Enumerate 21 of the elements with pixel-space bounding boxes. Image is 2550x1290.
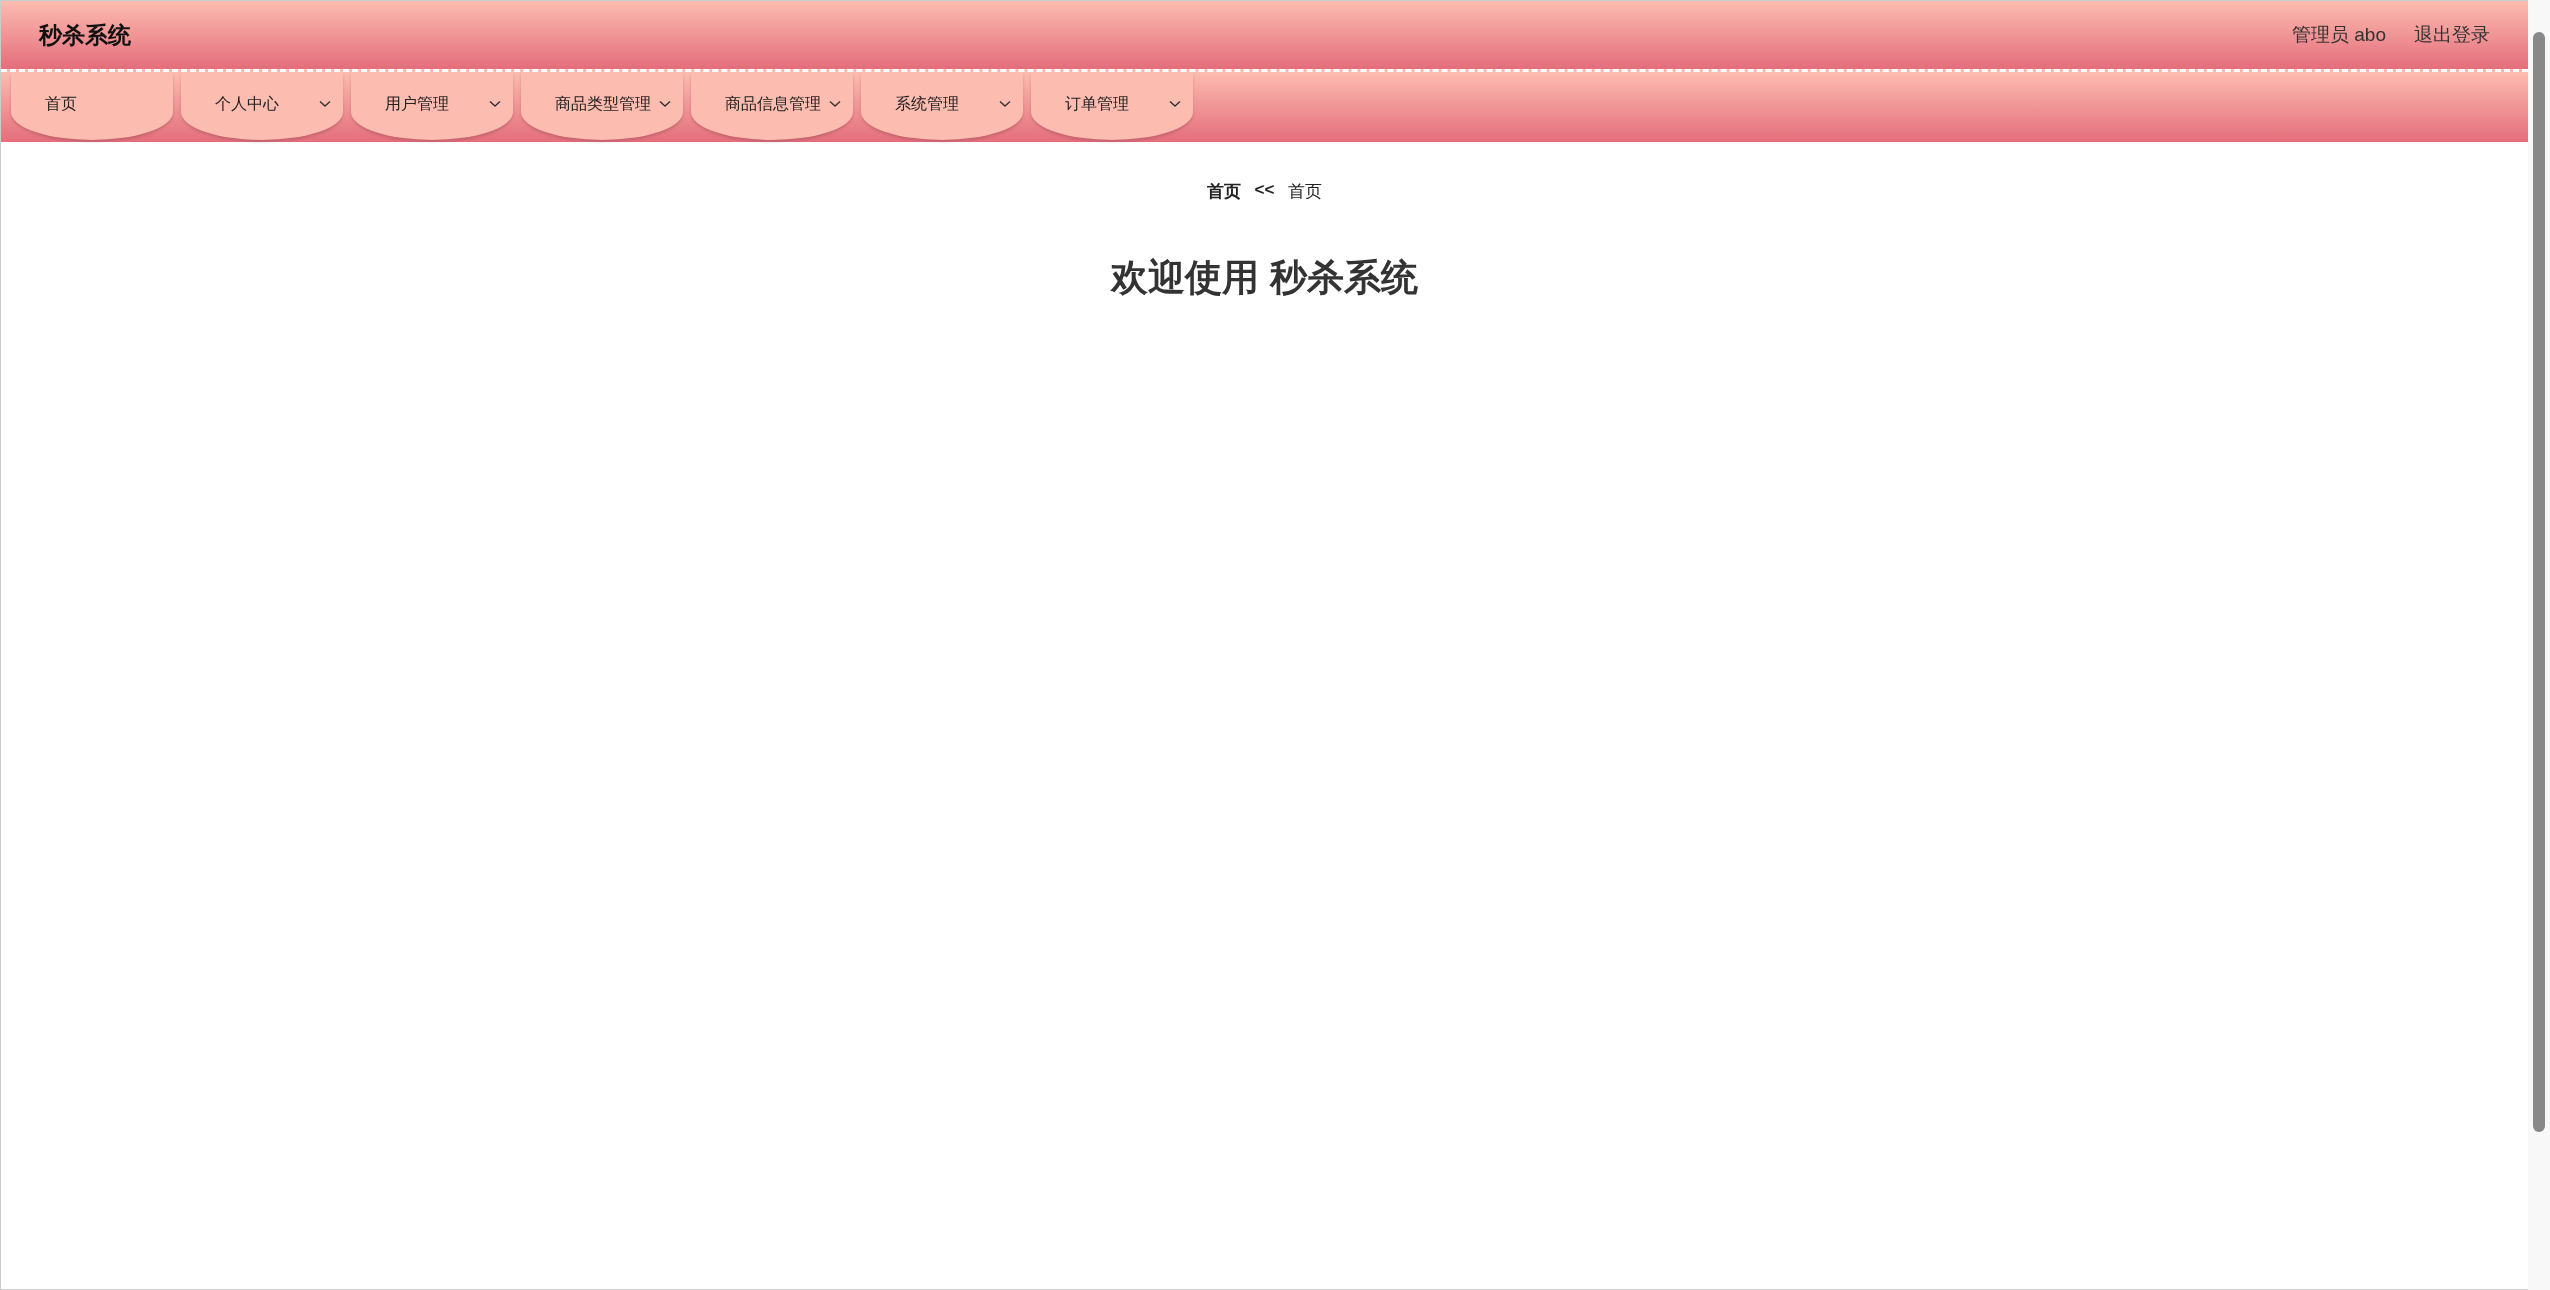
nav-tab[interactable]: 商品信息管理 [691, 72, 853, 140]
welcome-heading: 欢迎使用 秒杀系统 [1109, 256, 1419, 300]
nav-tab[interactable]: 用户管理 [351, 72, 513, 140]
chevron-down-icon [999, 100, 1011, 108]
user-label: 管理员 abo [2292, 23, 2386, 47]
logout-link[interactable]: 退出登录 [2414, 22, 2490, 48]
chevron-down-icon [1169, 100, 1181, 108]
breadcrumb-link[interactable]: 首页 [1288, 180, 1323, 203]
scrollbar[interactable] [2528, 0, 2550, 1290]
nav-tab[interactable]: 商品类型管理 [521, 72, 683, 140]
breadcrumb-current: 首页 [1206, 181, 1241, 203]
app-title: 秒杀系统 [39, 20, 131, 50]
nav-tab[interactable]: 首页 [11, 72, 173, 140]
chevron-down-icon [659, 100, 671, 108]
breadcrumb-separator: << [1254, 180, 1275, 201]
nav-tab[interactable]: 个人中心 [181, 72, 343, 140]
chevron-down-icon [489, 100, 501, 108]
chevron-down-icon [829, 100, 841, 108]
nav-tab[interactable]: 订单管理 [1031, 72, 1193, 140]
chevron-down-icon [319, 100, 331, 108]
nav-tab[interactable]: 系统管理 [861, 72, 1023, 140]
